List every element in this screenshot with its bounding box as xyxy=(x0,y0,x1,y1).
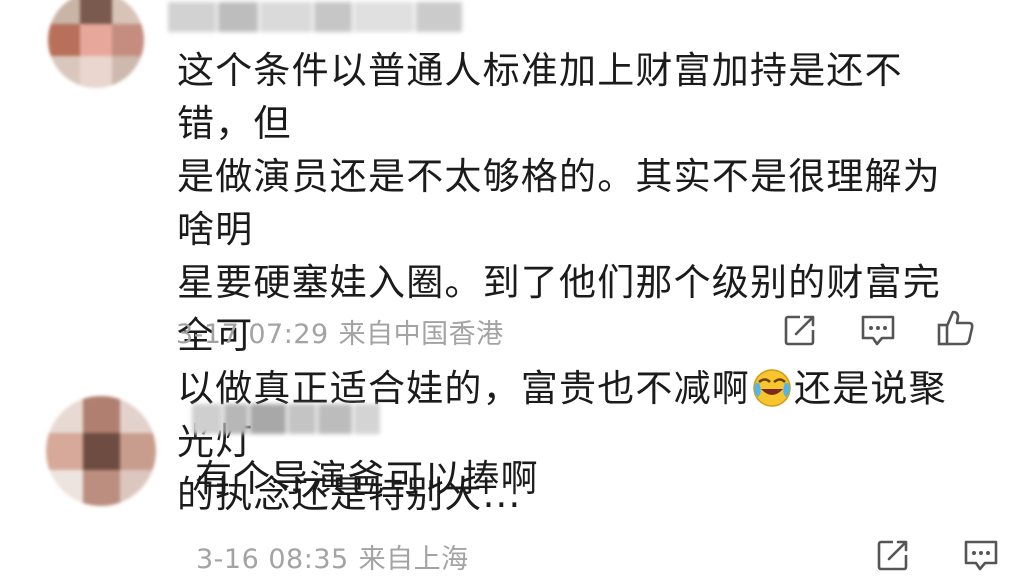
comment-date: 3-17 07:29 xyxy=(176,319,329,350)
comment-button[interactable] xyxy=(858,310,898,350)
comment-text: 有个导演爸可以捧啊 xyxy=(195,457,539,500)
avatar[interactable] xyxy=(46,396,156,506)
comment-meta: 3-16 08:35 来自上海 xyxy=(196,537,479,576)
avatar[interactable] xyxy=(48,0,144,88)
comment-button[interactable] xyxy=(961,535,1001,575)
comment-meta: 3-17 07:29 来自中国香港 xyxy=(176,312,514,351)
comment-icon xyxy=(861,315,895,346)
comment-item: 这个条件以普通人标准加上财富加持是还不错，但 是做演员还是不太够格的。其实不是很… xyxy=(0,0,1024,516)
comment-date: 3-16 08:35 xyxy=(196,544,349,575)
like-button[interactable] xyxy=(936,308,976,348)
comment-location: 来自上海 xyxy=(358,544,469,575)
comment-location: 来自中国香港 xyxy=(338,319,504,350)
repost-button[interactable] xyxy=(873,535,913,575)
username[interactable] xyxy=(192,404,380,434)
comment-icon xyxy=(964,540,998,571)
repost-icon xyxy=(877,540,908,571)
comment-text-part: 这个条件以普通人标准加上财富加持是还不错，但 是做演员还是不太够格的。其实不是很… xyxy=(177,49,941,410)
username[interactable] xyxy=(168,2,462,32)
like-icon xyxy=(937,310,974,346)
repost-button[interactable] xyxy=(780,310,820,350)
repost-icon xyxy=(784,315,815,346)
comment-item: 有个导演爸可以捧啊 3-16 08:35 来自上海 xyxy=(0,380,1024,585)
